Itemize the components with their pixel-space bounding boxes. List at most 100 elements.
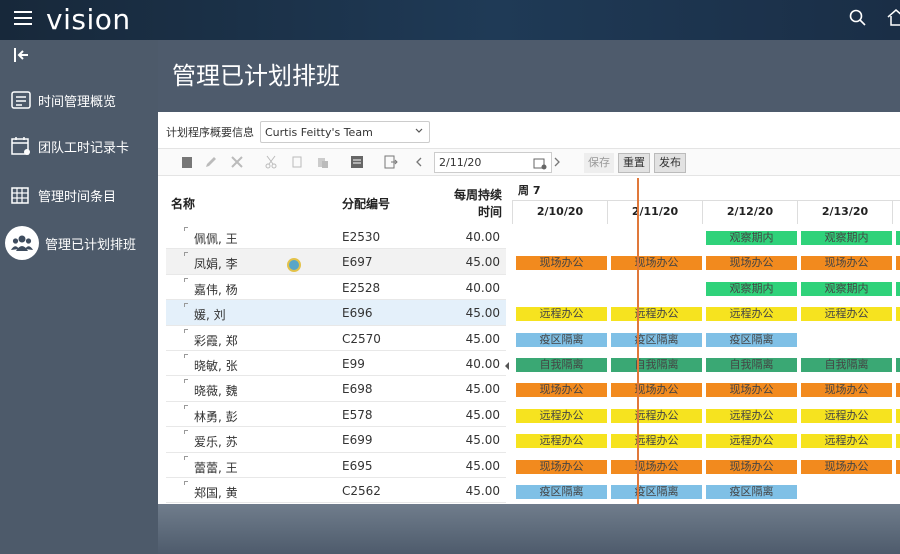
shift-bar[interactable]: 疫区隔离 [611,485,702,499]
shift-bar-partial [896,408,900,423]
shift-bar[interactable]: 远程办公 [801,434,892,449]
date-column-header-partial [892,200,900,224]
shift-bar[interactable]: 观察期内 [801,281,892,296]
app-brand: vision [46,3,131,36]
shift-bar[interactable]: 疫区隔离 [516,332,607,347]
week-label: 周 7 [518,184,541,197]
chevron-left-icon[interactable] [412,155,426,169]
date-input[interactable]: 2/11/20 [434,152,552,173]
date-column-header: 2/13/20 [797,200,892,224]
shift-bar[interactable]: 远程办公 [516,408,607,423]
row-marker-icon [184,481,188,485]
sidebar-item-label: 管理已计划排班 [45,237,137,253]
new-icon[interactable] [180,155,194,169]
shift-bar[interactable]: 现场办公 [516,459,607,474]
search-icon[interactable] [848,8,868,28]
shift-bar[interactable]: 远程办公 [706,307,797,322]
sidebar-item-planned-shifts[interactable]: 管理已计划排班 [0,223,158,263]
assignment-id: C2570 [342,331,381,346]
hamburger-menu-icon[interactable] [14,11,32,25]
list-card-icon [11,91,31,109]
collapse-sidebar-icon[interactable] [12,46,32,64]
edit-icon[interactable] [204,155,218,169]
chevron-right-icon[interactable] [550,155,564,169]
shift-bar[interactable]: 自我隔离 [801,358,892,372]
assignment-id: C2562 [342,484,381,498]
shift-bar[interactable]: 自我隔离 [611,358,702,372]
shift-bar[interactable]: 远程办公 [801,307,892,322]
copy-icon[interactable] [290,155,304,169]
table-row[interactable]: 蕾蕾, 王 E695 45.00 [166,453,506,478]
shift-bar[interactable]: 观察期内 [801,231,892,245]
row-marker-icon [184,455,188,460]
sidebar-item-team-timecards[interactable]: 团队工时记录卡 [0,126,158,166]
shift-bar[interactable]: 现场办公 [706,383,797,398]
sidebar-item-time-overview[interactable]: 时间管理概览 [0,80,158,120]
table-row[interactable]: 彩霞, 郑 C2570 45.00 [166,326,506,351]
row-marker-icon [184,430,188,435]
shift-bar[interactable]: 现场办公 [516,383,607,398]
shift-bar[interactable]: 疫区隔离 [516,485,607,499]
shift-bar[interactable]: 现场办公 [611,383,702,398]
table-row[interactable]: 嘉伟, 杨 E2528 40.00 [166,275,506,301]
table-row[interactable]: 晓薇, 魏 E698 45.00 [166,376,506,402]
shift-bar[interactable]: 现场办公 [801,256,892,271]
shift-bar[interactable]: 远程办公 [706,434,797,449]
shift-bar[interactable]: 现场办公 [801,459,892,474]
assignment-id: E2528 [342,280,381,295]
sidebar-item-time-entries[interactable]: 管理时间条目 [0,175,158,215]
save-button[interactable]: 保存 [584,153,614,173]
delete-icon[interactable] [230,155,244,169]
shift-bar[interactable]: 观察期内 [706,231,797,245]
table-row[interactable]: 爱乐, 苏 E699 45.00 [166,427,506,453]
export-icon[interactable] [384,155,398,169]
shift-bar[interactable]: 疫区隔离 [706,485,797,499]
shift-bar[interactable]: 远程办公 [516,307,607,322]
table-row[interactable]: 郑国, 黄 C2562 45.00 [166,478,506,504]
employee-name: 媛, 刘 [194,308,226,323]
toolbar: 2/11/20 保存 重置 发布 [158,148,900,176]
weekly-hours: 40.00 [465,280,500,295]
schedule-select[interactable]: Curtis Feitty's Team [260,121,430,143]
employee-name: 彩霞, 郑 [194,333,238,348]
shift-bar[interactable]: 现场办公 [611,459,702,474]
table-row[interactable]: 凤娟, 李 E697 45.00 [166,249,506,275]
shift-bar[interactable]: 疫区隔离 [611,332,702,347]
table-row[interactable]: 佩佩, 王 E2530 40.00 [166,224,506,250]
shift-bar[interactable]: 疫区隔离 [706,332,797,347]
table-row[interactable]: 林勇, 彭 E578 45.00 [166,402,506,428]
employee-name: 蕾蕾, 王 [194,460,238,475]
table-row[interactable]: 媛, 刘 E696 45.00 [166,300,506,326]
shift-bar[interactable]: 远程办公 [706,408,797,423]
employee-name: 林勇, 彭 [194,409,238,424]
weekly-hours: 45.00 [465,331,500,346]
shift-bar[interactable]: 现场办公 [706,256,797,271]
shift-bar-partial [896,307,900,322]
home-icon[interactable] [886,8,900,28]
shift-bar[interactable]: 现场办公 [611,256,702,271]
column-header-hours-line2: 时间 [477,205,502,219]
column-header-hours-line1: 每周持续 [454,188,503,202]
shift-bar[interactable]: 自我隔离 [516,358,607,372]
shift-bar[interactable]: 现场办公 [516,256,607,271]
splitter-handle-icon[interactable] [505,362,510,370]
shift-bar[interactable]: 远程办公 [611,307,702,322]
publish-button[interactable]: 发布 [654,153,686,173]
table-row[interactable]: 晓敏, 张 E99 40.00 [166,351,506,377]
paste-icon[interactable] [316,155,330,169]
shift-bar[interactable]: 自我隔离 [706,358,797,372]
shift-bar[interactable]: 观察期内 [706,281,797,296]
shift-bar[interactable]: 远程办公 [611,408,702,423]
shift-bar[interactable]: 远程办公 [516,434,607,449]
reset-button[interactable]: 重置 [618,153,650,173]
shift-bar[interactable]: 现场办公 [801,383,892,398]
shift-bar[interactable]: 远程办公 [611,434,702,449]
row-marker-icon [184,252,188,257]
details-icon[interactable] [350,155,364,169]
cut-icon[interactable] [264,155,278,169]
shift-bar-partial [896,231,900,245]
shift-bar[interactable]: 现场办公 [706,459,797,474]
weekly-hours: 45.00 [465,306,500,321]
shift-bar[interactable]: 远程办公 [801,408,892,423]
calendar-picker-icon[interactable] [533,156,547,170]
